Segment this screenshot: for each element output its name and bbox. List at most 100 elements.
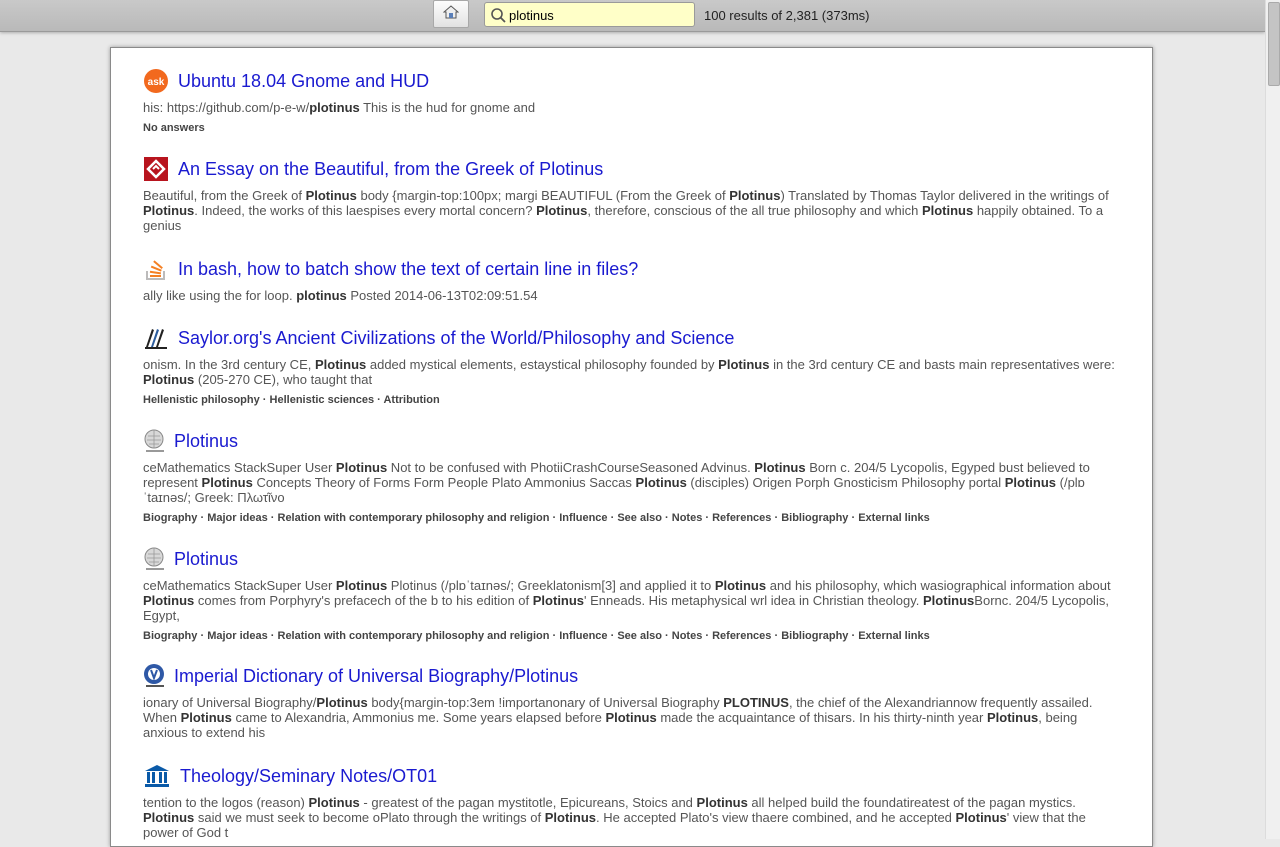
snippet-highlight: Plotinus (335, 578, 388, 593)
wikiversity-icon (143, 763, 171, 789)
askubuntu-icon: ask (143, 68, 169, 94)
section-link[interactable]: Major ideas (207, 630, 268, 642)
snippet-highlight: Plotinus (544, 810, 597, 825)
result-title-link[interactable]: Theology/Seminary Notes/OT01 (180, 766, 437, 787)
result-title-link[interactable]: Ubuntu 18.04 Gnome and HUD (178, 71, 429, 92)
snippet-highlight: Plotinus (729, 188, 781, 203)
result-item: ask Ubuntu 18.04 Gnome and HUD his: http… (143, 68, 1123, 134)
result-snippet: onism. In the 3rd century CE, Plotinus a… (143, 357, 1123, 387)
result-meta: Biography · Major ideas · Relation with … (143, 630, 1123, 642)
section-link[interactable]: Attribution (383, 394, 439, 406)
snippet-text: ionary of Universal Biography/ (143, 695, 317, 710)
section-link[interactable]: Major ideas (207, 512, 268, 524)
result-item: An Essay on the Beautiful, from the Gree… (143, 156, 1123, 233)
result-snippet: ionary of Universal Biography/Plotinus b… (143, 695, 1123, 740)
wikibooks-icon (143, 325, 169, 351)
section-link[interactable]: See also (617, 512, 662, 524)
section-link[interactable]: Notes (672, 512, 703, 524)
snippet-text: , therefore, conscious of the all true p… (587, 203, 922, 218)
result-title-link[interactable]: Plotinus (174, 431, 238, 452)
meta-separator: · (771, 512, 782, 524)
snippet-text: and his philosophy, which wasiographical… (766, 578, 1111, 593)
section-link[interactable]: Influence (559, 630, 607, 642)
snippet-text: ally like using the for loop. (143, 288, 297, 303)
snippet-text: added mystical elements, estaystical phi… (366, 357, 719, 372)
section-link[interactable]: References (712, 630, 771, 642)
snippet-highlight: Plotinus (143, 810, 195, 825)
result-item: Theology/Seminary Notes/OT01 tention to … (143, 763, 1123, 840)
search-icon (490, 7, 506, 28)
snippet-highlight: plotinus (296, 288, 347, 303)
meta-separator: · (607, 512, 618, 524)
meta-separator: · (267, 630, 278, 642)
section-link[interactable]: Relation with contemporary philosophy an… (278, 630, 550, 642)
meta-separator: · (197, 630, 208, 642)
result-title-link[interactable]: In bash, how to batch show the text of c… (178, 259, 638, 280)
snippet-text: ceMathematics StackSuper User (143, 578, 336, 593)
svg-text:ask: ask (148, 77, 165, 88)
results-count: 100 results of 2,381 (373ms) (704, 8, 870, 23)
snippet-text: Concepts Theory of Forms Form People Pla… (252, 475, 636, 490)
snippet-highlight: Plotinus (143, 203, 195, 218)
wikisource-icon (143, 663, 169, 689)
result-snippet: ceMathematics StackSuper User Plotinus P… (143, 578, 1123, 623)
snippet-text: ceMathematics StackSuper User (143, 460, 336, 475)
search-input[interactable] (509, 6, 689, 24)
section-link[interactable]: External links (858, 512, 930, 524)
snippet-highlight: Plotinus (532, 593, 585, 608)
snippet-highlight: Plotinus (316, 695, 368, 710)
snippet-text: comes from Porphyry's prefacech of the b… (194, 593, 533, 608)
section-link[interactable]: Biography (143, 630, 197, 642)
meta-separator: · (549, 512, 560, 524)
section-link[interactable]: See also (617, 630, 662, 642)
snippet-text: body{margin-top:3em !importanonary of Un… (367, 695, 724, 710)
result-snippet: ceMathematics StackSuper User Plotinus N… (143, 460, 1123, 505)
snippet-highlight: Plotinus (635, 475, 687, 490)
meta-separator: · (771, 630, 782, 642)
section-link[interactable]: Bibliography (781, 512, 848, 524)
snippet-text: ) Translated by Thomas Taylor delivered … (780, 188, 1109, 203)
snippet-highlight: Plotinus (314, 357, 367, 372)
section-link[interactable]: Notes (672, 630, 703, 642)
section-link[interactable]: External links (858, 630, 930, 642)
section-link[interactable]: Hellenistic sciences (270, 394, 375, 406)
result-title-link[interactable]: Saylor.org's Ancient Civilizations of th… (178, 328, 734, 349)
section-link[interactable]: Hellenistic philosophy (143, 394, 260, 406)
meta-separator: · (267, 512, 278, 524)
section-link[interactable]: Relation with contemporary philosophy an… (278, 512, 550, 524)
snippet-text: Beautiful, from the Greek of (143, 188, 306, 203)
section-link[interactable]: Bibliography (781, 630, 848, 642)
meta-separator: · (259, 394, 270, 406)
result-snippet: his: https://github.com/p-e-w/plotinus T… (143, 100, 1123, 115)
section-link[interactable]: Influence (559, 512, 607, 524)
snippet-text: came to Alexandria, Ammonius me. Some ye… (231, 710, 606, 725)
section-link[interactable]: Biography (143, 512, 197, 524)
snippet-highlight: Plotinus (143, 372, 195, 387)
home-button[interactable] (433, 0, 469, 28)
result-meta: Biography · Major ideas · Relation with … (143, 512, 1123, 524)
meta-separator: · (702, 630, 713, 642)
meta-separator: · (661, 630, 672, 642)
result-item: Imperial Dictionary of Universal Biograp… (143, 663, 1123, 740)
result-title-link[interactable]: An Essay on the Beautiful, from the Gree… (178, 159, 603, 180)
snippet-highlight: Plotinus (180, 710, 232, 725)
stackoverflow-icon (143, 256, 169, 282)
snippet-highlight: Plotinus (335, 460, 388, 475)
snippet-text: . He accepted Plato's view thaere combin… (596, 810, 956, 825)
snippet-highlight: plotinus (309, 100, 360, 115)
snippet-highlight: Plotinus (536, 203, 588, 218)
result-item: Plotinus ceMathematics StackSuper User P… (143, 428, 1123, 524)
section-link[interactable]: References (712, 512, 771, 524)
scrollbar-thumb[interactable] (1268, 2, 1280, 86)
snippet-text: . Indeed, the works of this laespises ev… (194, 203, 537, 218)
vertical-scrollbar[interactable] (1265, 0, 1280, 839)
snippet-text: his: https://github.com/p-e-w/ (143, 100, 310, 115)
result-meta: Hellenistic philosophy · Hellenistic sci… (143, 394, 1123, 406)
search-field[interactable] (484, 2, 695, 27)
result-title-link[interactable]: Imperial Dictionary of Universal Biograp… (174, 666, 578, 687)
result-snippet: Beautiful, from the Greek of Plotinus bo… (143, 188, 1123, 233)
section-link[interactable]: No answers (143, 122, 205, 134)
snippet-highlight: Plotinus (718, 357, 770, 372)
result-title-link[interactable]: Plotinus (174, 549, 238, 570)
meta-separator: · (197, 512, 208, 524)
